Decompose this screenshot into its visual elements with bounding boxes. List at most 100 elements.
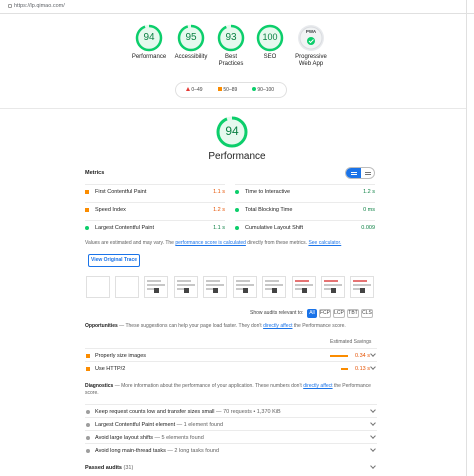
lines-icon [351,172,357,175]
legend-pass-range: 90–100 [257,87,275,93]
estimated-savings-header: Estimated Savings [330,339,372,345]
chevron-down-icon[interactable] [370,446,376,452]
filmstrip-frame [174,276,198,298]
group-desc: — More information about the performance… [113,383,304,389]
url-text[interactable]: https://lp.qimao.com/ [8,3,65,9]
audit-title: Largest Contentful Paint element — 1 ele… [95,422,223,428]
diagnostic-row[interactable]: Largest Contentful Paint element — 1 ele… [85,417,377,430]
metrics-heading: Metrics [85,170,105,176]
metric-tbt: Total Blocking Time 0 ms [235,202,375,216]
audit-detail: — 1 element found [175,422,224,428]
filter-chip-fcp[interactable]: FCP [319,309,331,318]
legend-fail: 0–49 [186,87,203,93]
circle-icon [86,436,90,440]
filmstrip-frame [86,276,110,298]
chevron-down-icon[interactable] [370,420,376,426]
gauge-score: 94 [225,124,239,138]
gauge-label: Progressive Web App [295,54,327,67]
chevron-down-icon[interactable] [370,463,376,469]
directly-affect-link[interactable]: directly affect [303,383,332,389]
passed-count: (31) [123,465,134,471]
circle-icon [235,190,239,194]
square-icon [85,208,89,212]
metric-value: 0 ms [363,207,375,213]
filter-chip-cls[interactable]: CLS [361,309,373,318]
see-calculator-link[interactable]: See calculator. [308,240,341,246]
legend-average: 50–89 [218,87,237,93]
metric-value: 0.009 [361,225,375,231]
diagnostic-row[interactable]: Avoid large layout shifts — 5 elements f… [85,430,377,443]
savings-bar [341,368,348,370]
gauge-label: Best Practices [218,54,244,67]
circle-icon [86,449,90,453]
audit-name: Largest Contentful Paint element [95,422,176,428]
chevron-down-icon[interactable] [370,351,376,357]
square-icon [218,87,222,91]
filter-chip-tbt[interactable]: TBT [347,309,359,318]
filmstrip-frame [262,276,286,298]
audit-detail: — 5 elements found [153,435,204,441]
audit-title: Avoid long main-thread tasks — 2 long ta… [95,448,219,454]
section-title: Performance [208,151,266,162]
metrics-view-toggle[interactable] [345,167,375,179]
savings-bar [330,355,348,357]
audit-title: Properly size images [95,353,147,359]
square-icon [86,354,90,358]
legend-average-range: 50–89 [223,87,238,93]
triangle-icon [186,87,190,91]
metric-name: First Contentful Paint [95,189,147,195]
diagnostic-row[interactable]: Avoid long main-thread tasks — 2 long ta… [85,443,377,456]
opportunities-title: Opportunities [85,323,118,329]
chevron-down-icon[interactable] [370,364,376,370]
filter-chip-all[interactable]: All [307,309,317,318]
pwa-badge-text: PWA [305,29,317,34]
audit-name: Avoid large layout shifts [95,435,153,441]
metric-fcp: First Contentful Paint 1.1 s [85,184,225,198]
filmstrip-frame [115,276,139,298]
diagnostic-row[interactable]: Keep request counts low and transfer siz… [85,404,377,417]
audit-title: Avoid large layout shifts — 5 elements f… [95,435,204,441]
scrollbar-track[interactable] [466,0,467,476]
metric-value: 1.1 s [213,189,225,195]
square-icon [86,367,90,371]
audit-detail: — 70 requests • 1,370 KiB [214,409,281,415]
circle-icon [235,226,239,230]
passed-audits-row[interactable]: Passed audits (31) [85,463,377,476]
chevron-down-icon[interactable] [370,433,376,439]
divider [0,108,466,109]
view-original-trace-button[interactable]: View Original Trace [88,254,140,267]
opportunity-row[interactable]: Properly size images 0.34 s [85,348,377,361]
performance-gauge-large: 94 [212,115,252,149]
gauge-label: Performance [131,54,167,60]
circle-icon [86,410,90,414]
directly-affect-link[interactable]: directly affect [263,323,292,329]
group-desc: the Performance score. [292,323,346,329]
metrics-note: Values are estimated and may vary. The p… [85,240,341,246]
score-calculated-link[interactable]: performance score is calculated [175,240,246,246]
gauge-score: 94 [143,32,155,43]
metric-value: 1.1 s [213,225,225,231]
filmstrip-frame [203,276,227,298]
audit-filter-label: Show audits relevant to: [250,310,304,316]
chevron-down-icon[interactable] [370,407,376,413]
audit-title: Keep request counts low and transfer siz… [95,409,281,415]
metric-name: Speed Index [95,207,126,213]
savings-value: 0.13 s [355,366,370,372]
gauge-pwa[interactable]: PWA Progressive Web App [284,24,338,68]
filmstrip-frame [350,276,374,298]
list-icon [365,172,371,175]
legend-fail-range: 0–49 [191,87,203,93]
circle-icon [86,423,90,427]
opportunities-header: Opportunities — These suggestions can he… [85,323,375,330]
gauge-performance[interactable]: 94 Performance [126,24,172,61]
address-bar[interactable]: https://lp.qimao.com/ [0,0,474,14]
filter-chip-lcp[interactable]: LCP [333,309,345,318]
legend-pass: 90–100 [252,87,274,93]
opportunity-row[interactable]: Use HTTP/2 0.13 s [85,361,377,374]
metric-value: 1.2 s [363,189,375,195]
filmstrip-frame [321,276,345,298]
savings-value: 0.34 s [355,353,370,359]
audit-name: Avoid long main-thread tasks [95,448,166,454]
audit-name: Keep request counts low and transfer siz… [95,409,215,415]
filmstrip-frame [233,276,257,298]
